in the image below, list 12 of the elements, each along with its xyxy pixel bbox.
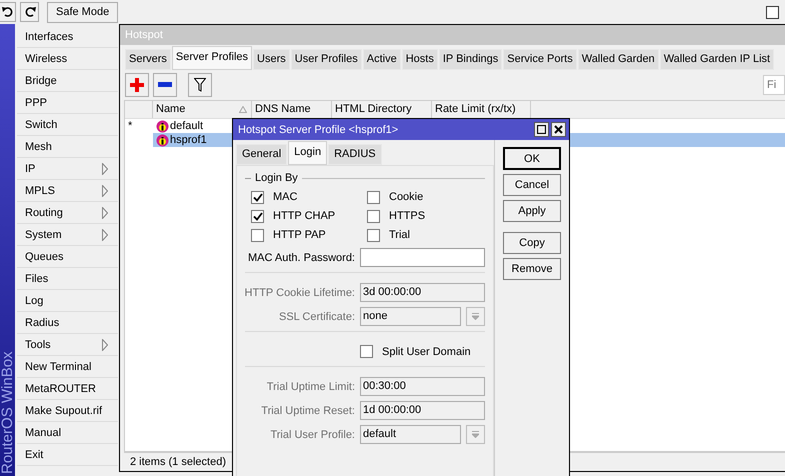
profile-name: hsprof1 [170, 133, 207, 147]
field-label: Trial Uptime Reset: [260, 404, 355, 416]
field-label: SSL Certificate: [278, 310, 355, 322]
field-label: Trial Uptime Limit: [266, 380, 355, 392]
brand-text: RouterOS WinBox [0, 351, 15, 474]
dialog-title: Hotspot Server Profile <hsprof1> [238, 124, 398, 136]
field-label: Trial User Profile: [269, 428, 355, 440]
flag-text: * [128, 119, 132, 133]
field-label: MAC Auth. Password: [247, 252, 355, 264]
profile-name: default [170, 119, 204, 133]
group-title: Login By [255, 172, 298, 184]
field-label: HTTP Cookie Lifetime: [244, 286, 355, 298]
